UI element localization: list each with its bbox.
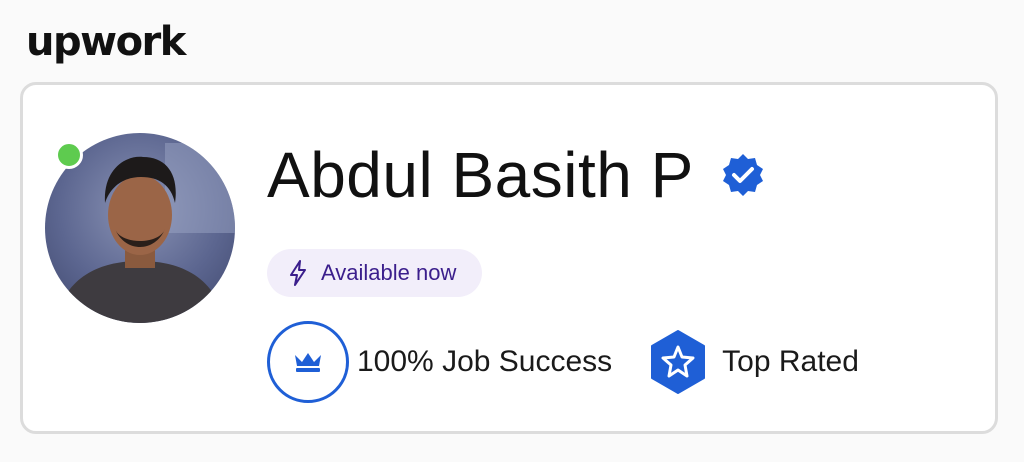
verified-badge-icon [722, 154, 763, 196]
profile-card: Abdul Basith P Available now 100% Job Su… [20, 82, 998, 434]
crown-icon [295, 353, 321, 372]
upwork-logo[interactable]: upwork [26, 18, 186, 66]
top-rated-badge-icon [651, 330, 706, 394]
top-rated-stat: Top Rated [648, 329, 859, 395]
job-success-label: 100% Job Success [357, 345, 613, 378]
job-success-ring [267, 321, 349, 403]
online-status-indicator [55, 141, 83, 169]
lightning-bolt-icon [290, 260, 306, 286]
availability-badge: Available now [267, 249, 483, 297]
stats-row: 100% Job Success Top Rated [267, 321, 859, 403]
job-success-stat: 100% Job Success [267, 321, 612, 403]
name-row: Abdul Basith P [267, 137, 766, 213]
freelancer-name[interactable]: Abdul Basith P [267, 137, 694, 213]
top-rated-label: Top Rated [722, 345, 859, 378]
avatar-container [45, 133, 235, 323]
availability-label: Available now [321, 260, 457, 285]
